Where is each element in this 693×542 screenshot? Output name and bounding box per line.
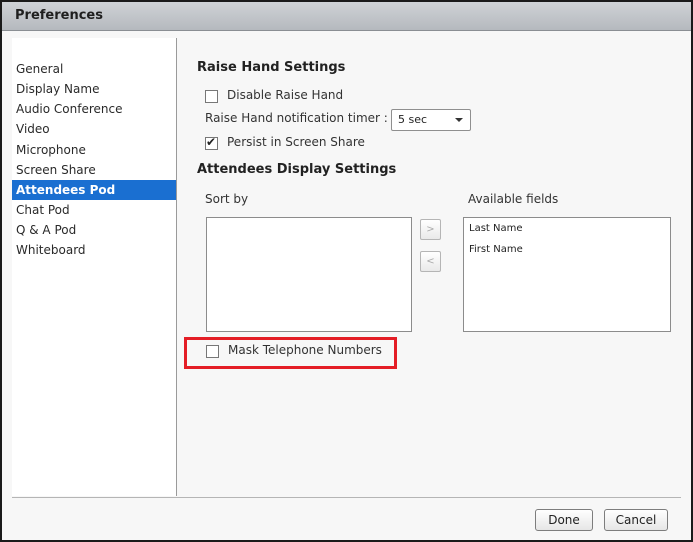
timer-select[interactable]: 5 sec bbox=[391, 109, 471, 131]
preferences-dialog: Preferences General Display Name Audio C… bbox=[0, 0, 693, 542]
sidebar-item-qa-pod[interactable]: Q & A Pod bbox=[12, 220, 176, 240]
sidebar-item-video[interactable]: Video bbox=[12, 119, 176, 139]
title-bar[interactable]: Preferences bbox=[2, 2, 691, 31]
sidebar: General Display Name Audio Conference Vi… bbox=[12, 38, 177, 496]
disable-raise-hand-checkbox[interactable] bbox=[205, 90, 218, 103]
settings-panel: Raise Hand Settings Disable Raise Hand R… bbox=[177, 38, 683, 496]
sidebar-item-chat-pod[interactable]: Chat Pod bbox=[12, 200, 176, 220]
highlight-box bbox=[184, 337, 397, 369]
checkmark-icon: ✔ bbox=[206, 135, 217, 149]
move-left-button[interactable]: < bbox=[420, 251, 441, 272]
done-button[interactable]: Done bbox=[535, 509, 593, 531]
sort-by-label: Sort by bbox=[205, 192, 249, 206]
sidebar-item-whiteboard[interactable]: Whiteboard bbox=[12, 240, 176, 260]
available-fields-label: Available fields bbox=[468, 192, 559, 206]
timer-label: Raise Hand notification timer : bbox=[205, 111, 388, 125]
sidebar-item-display-name[interactable]: Display Name bbox=[12, 79, 176, 99]
sidebar-item-audio-conference[interactable]: Audio Conference bbox=[12, 99, 176, 119]
timer-select-value: 5 sec bbox=[398, 113, 428, 126]
cancel-button[interactable]: Cancel bbox=[604, 509, 668, 531]
sidebar-item-screen-share[interactable]: Screen Share bbox=[12, 160, 176, 180]
persist-screen-share-checkbox[interactable]: ✔ bbox=[205, 135, 218, 150]
move-right-button[interactable]: > bbox=[420, 219, 441, 240]
disable-raise-hand-label: Disable Raise Hand bbox=[227, 88, 344, 102]
footer-divider bbox=[12, 497, 681, 498]
available-fields-list[interactable]: Last Name First Name bbox=[463, 217, 671, 332]
sidebar-item-general[interactable]: General bbox=[12, 59, 176, 79]
raise-hand-heading: Raise Hand Settings bbox=[197, 60, 346, 75]
chevron-down-icon bbox=[455, 118, 463, 122]
dialog-title: Preferences bbox=[15, 8, 103, 23]
attendees-display-heading: Attendees Display Settings bbox=[197, 162, 397, 177]
sidebar-item-attendees-pod[interactable]: Attendees Pod bbox=[12, 180, 176, 200]
list-item[interactable]: Last Name bbox=[469, 223, 523, 234]
persist-screen-share-label: Persist in Screen Share bbox=[227, 135, 365, 149]
list-item[interactable]: First Name bbox=[469, 244, 523, 255]
sort-by-list[interactable] bbox=[206, 217, 412, 332]
sidebar-item-microphone[interactable]: Microphone bbox=[12, 140, 176, 160]
